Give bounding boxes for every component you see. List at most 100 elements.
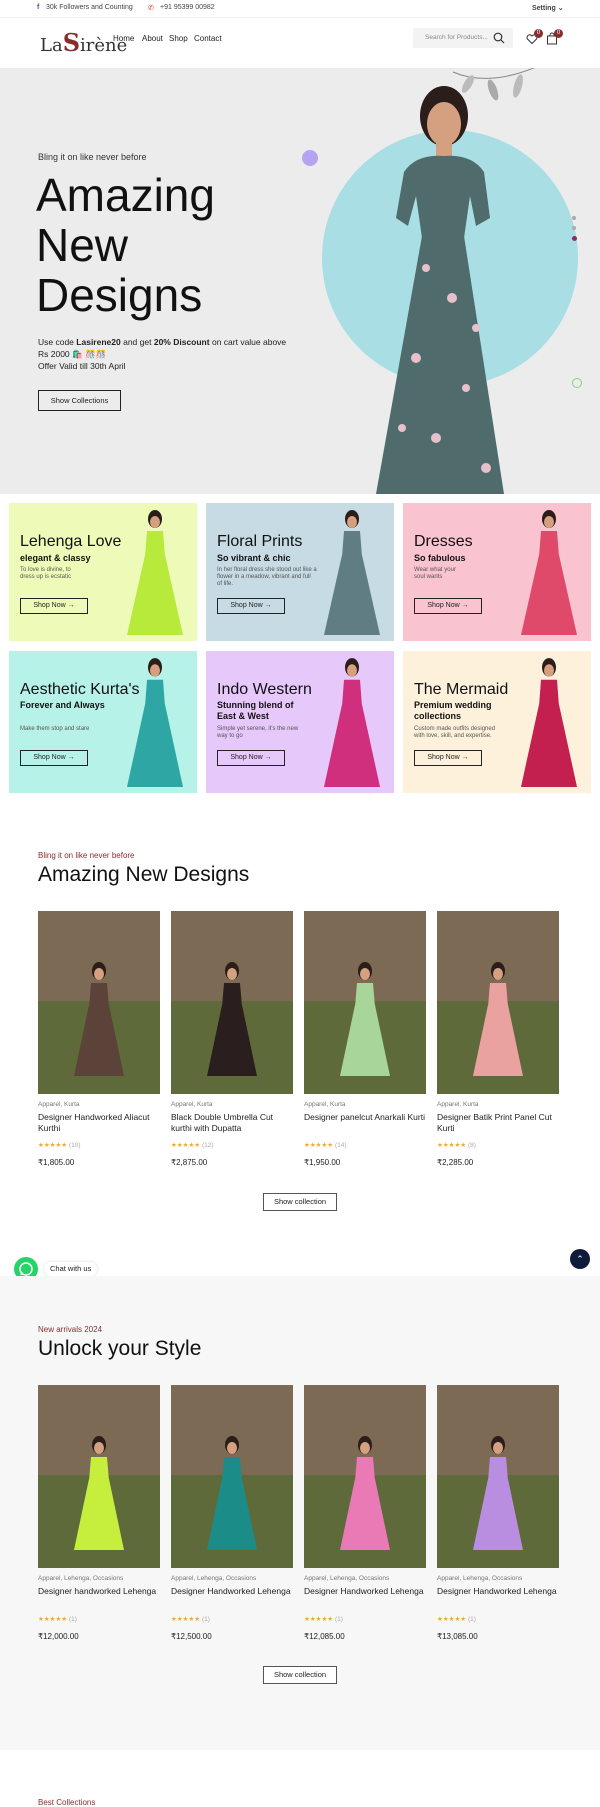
category-description: Custom made outfits designed with love, … — [414, 726, 496, 739]
model-image — [324, 658, 380, 787]
model-image — [127, 510, 183, 635]
section-kicker: Bling it on like never before — [38, 851, 135, 860]
model-image — [521, 658, 577, 787]
product-price: ₹2,875.00 — [171, 1158, 208, 1167]
category-subtitle: elegant & classy — [20, 553, 91, 563]
product-image[interactable] — [38, 1385, 160, 1568]
category-card[interactable]: Indo Western Stunning blend of East & Wes… — [206, 651, 394, 793]
category-description: Wear what your soul wants — [414, 567, 456, 580]
search-box[interactable]: Search for Products... — [413, 28, 513, 48]
section-kicker: New arrivals 2024 — [38, 1325, 103, 1334]
nav-shop[interactable]: Shop — [169, 34, 188, 43]
product-image[interactable] — [437, 911, 559, 1094]
category-title: The Mermaid — [414, 681, 509, 698]
product-category[interactable]: Apparel, Lehenga, Occasions — [38, 1575, 123, 1582]
category-title: Floral Prints — [217, 533, 303, 550]
product-name[interactable]: Designer panelcut Anarkali Kurti — [304, 1112, 428, 1123]
facebook-icon[interactable]: f — [37, 4, 39, 11]
nav-home[interactable]: Home — [113, 34, 134, 43]
section-kicker: Best Collections — [38, 1798, 96, 1807]
shop-now-button[interactable]: Shop Now → — [414, 598, 482, 614]
product-price: ₹2,285.00 — [437, 1158, 474, 1167]
product-image[interactable] — [304, 911, 426, 1094]
product-category[interactable]: Apparel, Lehenga, Occasions — [171, 1575, 256, 1582]
category-card[interactable]: Floral Prints So vibrant & chic In her flo… — [206, 503, 394, 641]
show-collection-button[interactable]: Show collection — [263, 1193, 337, 1211]
hero-offer-text: Use code Lasirene20 and get 20% Discount… — [38, 337, 287, 371]
category-subtitle: Stunning blend of East & West — [217, 700, 294, 721]
search-icon[interactable] — [493, 32, 505, 44]
category-title: Lehenga Love — [20, 533, 122, 550]
decor-dot-purple — [302, 150, 318, 166]
product-category[interactable]: Apparel, Lehenga, Occasions — [437, 1575, 522, 1582]
product-price: ₹13,085.00 — [437, 1632, 478, 1641]
category-card[interactable]: Dresses So fabulous Wear what your soul wa… — [403, 503, 591, 641]
chat-label[interactable]: Chat with us — [44, 1262, 98, 1276]
setting-dropdown[interactable]: Setting ⌄ — [532, 4, 564, 12]
product-category[interactable]: Apparel, Kurta — [171, 1101, 213, 1108]
product-rating: ★★★★★ (8) — [437, 1142, 476, 1149]
product-name[interactable]: Designer Handworked Aliacut Kurthi — [38, 1112, 162, 1134]
section-heading: Amazing New Designs — [38, 863, 250, 886]
product-category[interactable]: Apparel, Lehenga, Occasions — [304, 1575, 389, 1582]
shop-now-button[interactable]: Shop Now → — [414, 750, 482, 766]
product-rating: ★★★★★ (1) — [38, 1616, 77, 1623]
product-name[interactable]: Black Double Umbrella Cut kurthi with Du… — [171, 1112, 295, 1134]
show-collections-button[interactable]: Show Collections — [38, 390, 121, 411]
product-rating: ★★★★★ (1) — [437, 1616, 476, 1623]
product-price: ₹1,950.00 — [304, 1158, 341, 1167]
product-category[interactable]: Apparel, Kurta — [437, 1101, 479, 1108]
product-image[interactable] — [304, 1385, 426, 1568]
top-bar: f 30k Followers and Counting ✆ +91 95399… — [0, 0, 600, 18]
product-category[interactable]: Apparel, Kurta — [38, 1101, 80, 1108]
model-image — [376, 86, 504, 494]
main-navigation: LaSirène Home About Shop Contact Search … — [0, 18, 600, 68]
category-title: Dresses — [414, 533, 473, 550]
nav-about[interactable]: About — [142, 34, 163, 43]
product-rating: ★★★★★ (14) — [304, 1142, 347, 1149]
product-name[interactable]: Designer Handworked Lehenga — [304, 1586, 428, 1597]
product-name[interactable]: Designer Handworked Lehenga — [437, 1586, 561, 1597]
product-price: ₹12,500.00 — [171, 1632, 212, 1641]
product-rating: ★★★★★ (10) — [38, 1142, 81, 1149]
nav-contact[interactable]: Contact — [194, 34, 222, 43]
phone-number[interactable]: +91 95399 00982 — [160, 4, 215, 11]
shop-now-button[interactable]: Shop Now → — [20, 598, 88, 614]
product-rating: ★★★★★ (1) — [304, 1616, 343, 1623]
model-image — [324, 510, 380, 635]
search-input[interactable]: Search for Products... — [425, 34, 488, 41]
product-name[interactable]: Designer Batik Print Panel Cut Kurti — [437, 1112, 561, 1134]
product-image[interactable] — [171, 1385, 293, 1568]
phone-icon: ✆ — [148, 5, 154, 12]
category-description: To love is divine, to dress up is ecstat… — [20, 567, 72, 580]
cart-count-badge: 0 — [554, 29, 563, 38]
shop-now-button[interactable]: Shop Now → — [217, 750, 285, 766]
section-heading: Unlock your Style — [38, 1337, 202, 1360]
slider-dot[interactable] — [572, 216, 576, 220]
category-subtitle: Premium wedding collections — [414, 700, 492, 721]
product-image[interactable] — [437, 1385, 559, 1568]
shop-now-button[interactable]: Shop Now → — [217, 598, 285, 614]
product-rating: ★★★★★ (12) — [171, 1142, 214, 1149]
chevron-down-icon: ⌄ — [557, 5, 564, 12]
product-price: ₹1,805.00 — [38, 1158, 75, 1167]
product-name[interactable]: Designer handworked Lehenga — [38, 1586, 162, 1597]
category-subtitle: So fabulous — [414, 553, 466, 563]
category-card[interactable]: The Mermaid Premium wedding collections Cu… — [403, 651, 591, 793]
slider-dot-active[interactable] — [572, 236, 577, 241]
category-description: Simple yet serene, it's the new way to g… — [217, 726, 299, 739]
model-image — [127, 658, 183, 787]
category-subtitle: So vibrant & chic — [217, 553, 291, 563]
product-image[interactable] — [171, 911, 293, 1094]
wishlist-count-badge: 0 — [534, 29, 543, 38]
scroll-top-icon[interactable]: ⌃ — [570, 1249, 590, 1269]
product-name[interactable]: Designer Handworked Lehenga — [171, 1586, 295, 1597]
product-category[interactable]: Apparel, Kurta — [304, 1101, 346, 1108]
product-image[interactable] — [38, 911, 160, 1094]
hero-title: Amazing New Designs — [36, 169, 215, 321]
category-card[interactable]: Aesthetic Kurta's Forever and Always Make … — [9, 651, 197, 793]
show-collection-button[interactable]: Show collection — [263, 1666, 337, 1684]
shop-now-button[interactable]: Shop Now → — [20, 750, 88, 766]
slider-dot[interactable] — [572, 226, 576, 230]
category-card[interactable]: Lehenga Love elegant & classy To love is d… — [9, 503, 197, 641]
